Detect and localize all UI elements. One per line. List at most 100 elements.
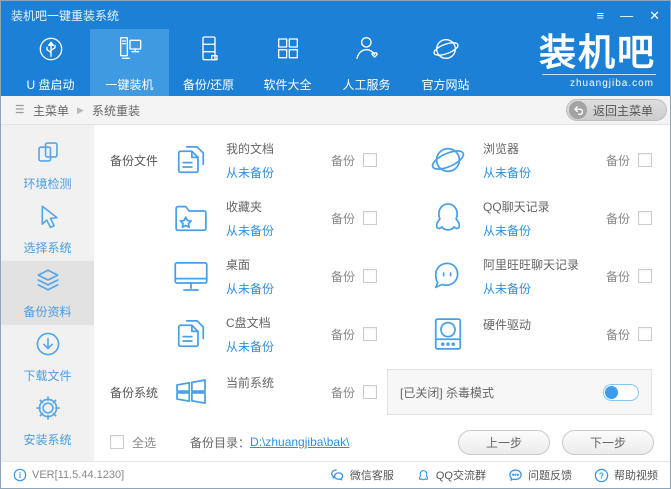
footer-link-label: 微信客服 [350,467,394,483]
backup-checkbox-browser[interactable] [638,153,652,167]
globe-icon [430,33,462,70]
antivirus-mode-box: [已关闭] 杀毒模式 [387,369,652,415]
item-name: 桌面 [226,256,274,273]
backup-checkbox-favorites[interactable] [363,211,377,225]
item-name: 阿里旺旺聊天记录 [483,256,579,273]
wechat-icon [330,468,345,483]
item-name: 硬件驱动 [483,316,531,333]
antivirus-mode-label: [已关闭] 杀毒模式 [400,384,494,401]
sidebar-item-env-check[interactable]: 环境检测 [1,133,94,197]
backup-label: 备份 [331,152,355,169]
layers-icon [35,267,61,296]
item-name: 当前系统 [226,374,274,391]
info-icon: i [13,468,27,482]
undo-arrow-icon [569,101,587,119]
title-bar: 装机吧一键重装系统 ≡ — ✕ [1,1,670,29]
nav-item-one-key-install[interactable]: 一键装机 [90,29,169,96]
sidebar-item-label: 选择系统 [23,239,71,256]
backup-item-current-system: 备份系统 当前系统 备份 [110,363,385,421]
footer-link-label: 帮助视频 [614,467,658,483]
item-status: 从未备份 [226,222,274,239]
backup-label: 备份 [606,152,630,169]
window-controls: ≡ — ✕ [597,9,661,22]
sidebar-item-choose-system[interactable]: 选择系统 [1,197,94,261]
item-status: 从未备份 [226,164,274,181]
backup-checkbox-current-system[interactable] [363,385,377,399]
backup-checkbox-drivers[interactable] [638,327,652,341]
main-panel: 备份文件 我的文档 从未备份 备份 浏览器 [94,125,670,461]
backup-label: 备份 [606,210,630,227]
next-step-button[interactable]: 下一步 [562,430,654,455]
nav-item-usb-boot[interactable]: U 盘启动 [11,29,90,96]
help-video-link[interactable]: ? 帮助视频 [594,467,658,483]
breadcrumb-root[interactable]: 主菜单 [33,102,69,119]
chevron-right-icon: ▶ [77,105,84,116]
backup-label: 备份 [606,268,630,285]
back-to-main-menu-button[interactable]: 返回主菜单 [566,99,667,121]
backup-files-group-label: 备份文件 [110,152,170,169]
minimize-icon[interactable]: — [620,9,633,22]
windows-logo-icon [170,371,212,413]
qq-group-link[interactable]: QQ交流群 [416,467,486,483]
nav-item-label: 软件大全 [263,76,311,93]
computer-icon [114,33,146,70]
sidebar-item-label: 下载文件 [23,367,71,384]
backup-item-wangwang-chat: 阿里旺旺聊天记录 从未备份 备份 [385,247,660,305]
backup-checkbox-qq-chat[interactable] [638,211,652,225]
menu-icon[interactable]: ≡ [597,9,605,22]
bottom-controls: 全选 备份目录： D:\zhuangjiba\bak\ 上一步 下一步 [110,423,660,461]
close-icon[interactable]: ✕ [649,9,660,22]
usb-icon [35,33,67,70]
backup-item-c-drive-docs: C盘文档 从未备份 备份 [110,305,385,363]
qq-penguin-icon [427,197,469,239]
item-name: 浏览器 [483,140,531,157]
sidebar-item-label: 备份资料 [23,303,71,320]
nav-item-support[interactable]: 人工服务 [327,29,406,96]
feedback-link[interactable]: 问题反馈 [508,467,572,483]
backup-checkbox-wangwang-chat[interactable] [638,269,652,283]
sidebar-item-install-system[interactable]: 安装系统 [1,389,94,453]
documents-icon [170,313,212,355]
item-name: C盘文档 [226,314,274,331]
svg-text:?: ? [599,470,604,480]
logo-text: 装机吧 [539,34,656,73]
backup-checkbox-desktop[interactable] [363,269,377,283]
antivirus-mode-cell: [已关闭] 杀毒模式 [385,363,660,421]
backup-checkbox-c-drive-docs[interactable] [363,327,377,341]
backup-dir-link[interactable]: D:\zhuangjiba\bak\ [250,435,349,449]
back-button-label: 返回主菜单 [593,102,653,119]
backup-system-group-label: 备份系统 [110,384,170,401]
server-icon [193,33,225,70]
backup-item-qq-chat: QQ聊天记录 从未备份 备份 [385,189,660,247]
antivirus-toggle[interactable] [603,384,639,401]
footer-link-label: 问题反馈 [528,467,572,483]
backup-checkbox-my-documents[interactable] [363,153,377,167]
apps-grid-icon [272,33,304,70]
nav-item-label: 一键装机 [105,76,153,93]
select-all-checkbox[interactable] [110,435,124,449]
backup-label: 备份 [606,326,630,343]
backup-label: 备份 [331,326,355,343]
sidebar-item-download-files[interactable]: 下载文件 [1,325,94,389]
top-nav: U 盘启动 一键装机 备份/还原 软件大全 人工服务 官方网站 装机吧 zhua… [1,29,670,96]
item-status [483,340,531,352]
nav-item-website[interactable]: 官方网站 [406,29,485,96]
item-status: 从未备份 [226,338,274,355]
item-status: 从未备份 [226,280,274,297]
item-status: 从未备份 [483,280,579,297]
backup-item-favorites: 收藏夹 从未备份 备份 [110,189,385,247]
backup-label: 备份 [331,268,355,285]
download-icon [35,331,61,360]
sidebar-item-backup-data[interactable]: 备份资料 [1,261,94,325]
wechat-support-link[interactable]: 微信客服 [330,467,394,483]
nav-item-label: 官方网站 [421,76,469,93]
backup-item-browser: 浏览器 从未备份 备份 [385,131,660,189]
gear-icon [35,395,61,424]
previous-step-button[interactable]: 上一步 [458,430,550,455]
item-name: 我的文档 [226,140,274,157]
feedback-bubble-icon [508,468,523,483]
logo-domain: zhuangjiba.com [542,74,656,89]
nav-item-backup-restore[interactable]: 备份/还原 [169,29,248,96]
hardware-drive-icon [427,313,469,355]
nav-item-software[interactable]: 软件大全 [248,29,327,96]
